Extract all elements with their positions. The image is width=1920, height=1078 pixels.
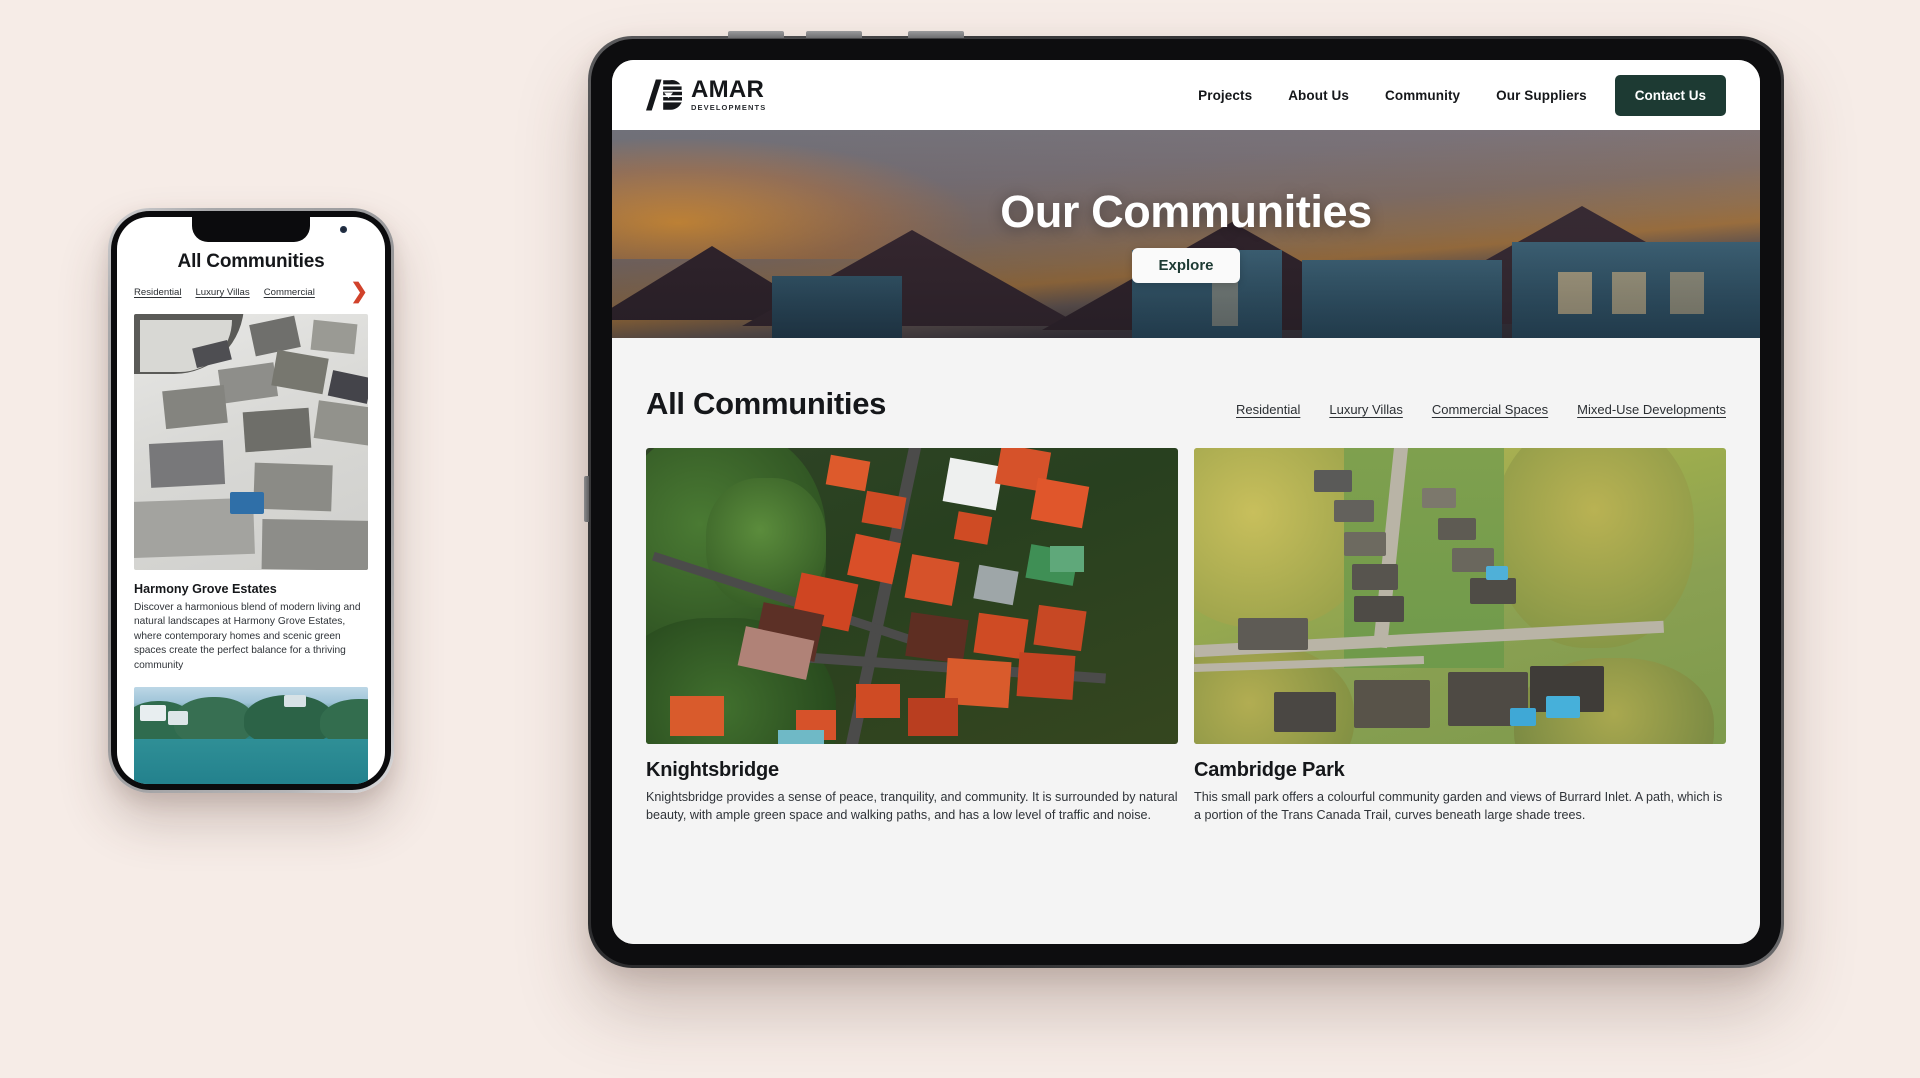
contact-us-button[interactable]: Contact Us [1614,74,1726,116]
community-card-list: Knightsbridge Knightsbridge provides a s… [646,448,1726,825]
phone-page-title: All Communities [177,251,325,272]
site-header: AMAR DEVELOPMENTS Projects About Us Comm… [612,60,1760,130]
amar-logo-icon [646,79,682,111]
nav-item-our-suppliers[interactable]: Our Suppliers [1478,88,1605,103]
filter-luxury-villas[interactable]: Luxury Villas [1329,402,1402,417]
nav-item-community[interactable]: Community [1367,88,1478,103]
community-card-image [1194,448,1726,744]
community-card-description: This small park offers a colourful commu… [1194,790,1723,822]
hero-banner: Our Communities Explore [612,130,1760,338]
logo-name: AMAR [691,76,765,104]
community-card-description: Knightsbridge provides a sense of peace,… [646,790,1178,822]
tablet-screen: AMAR DEVELOPMENTS Projects About Us Comm… [612,60,1760,944]
nav-item-about-us[interactable]: About Us [1270,88,1367,103]
phone-community-image [134,313,368,570]
phone-filter-commercial[interactable]: Commercial [264,287,315,298]
phone-front-camera-icon [340,226,347,233]
section-title: All Communities [646,386,887,421]
primary-navigation: Projects About Us Community Our Supplier… [1180,74,1726,116]
site-logo[interactable]: AMAR DEVELOPMENTS [646,78,766,112]
filter-mixed-use-developments[interactable]: Mixed-Use Developments [1577,402,1726,417]
phone-secondary-image [134,687,368,784]
phone-screen: All Communities Residential Luxury Villa… [117,217,385,784]
phone-filter-luxury-villas[interactable]: Luxury Villas [195,287,249,298]
phone-notch [192,217,310,242]
hero-title: Our Communities [1000,185,1372,237]
tablet-side-camera [584,476,589,522]
chevron-right-icon[interactable]: ❯ [350,281,368,302]
logo-tagline: DEVELOPMENTS [691,103,767,113]
community-card-title: Cambridge Park [1194,759,1345,781]
phone-community-description: Discover a harmonious blend of modern li… [134,601,361,671]
tablet-volume-up-button[interactable] [728,31,784,38]
tablet-power-button[interactable] [908,31,964,38]
filter-commercial-spaces[interactable]: Commercial Spaces [1432,402,1548,417]
phone-community-filters: Residential Luxury Villas Commercial ❯ [134,281,368,302]
section-header: All Communities Residential Luxury Villa… [646,386,1726,422]
phone-community-title: Harmony Grove Estates [134,581,277,596]
nav-item-projects[interactable]: Projects [1180,88,1270,103]
tablet-device: AMAR DEVELOPMENTS Projects About Us Comm… [584,31,1784,968]
phone-page-content: All Communities Residential Luxury Villa… [117,217,385,784]
explore-button[interactable]: Explore [1132,247,1240,283]
tablet-volume-down-button[interactable] [806,31,862,38]
community-card-image [646,448,1178,744]
community-card-title: Knightsbridge [646,759,779,781]
community-filters: Residential Luxury Villas Commercial Spa… [1236,402,1726,417]
community-card[interactable]: Knightsbridge Knightsbridge provides a s… [646,448,1178,825]
phone-device: All Communities Residential Luxury Villa… [108,208,394,793]
phone-filter-residential[interactable]: Residential [134,287,181,298]
filter-residential[interactable]: Residential [1236,402,1300,417]
community-card[interactable]: Cambridge Park This small park offers a … [1194,448,1726,825]
all-communities-section: All Communities Residential Luxury Villa… [612,338,1760,944]
